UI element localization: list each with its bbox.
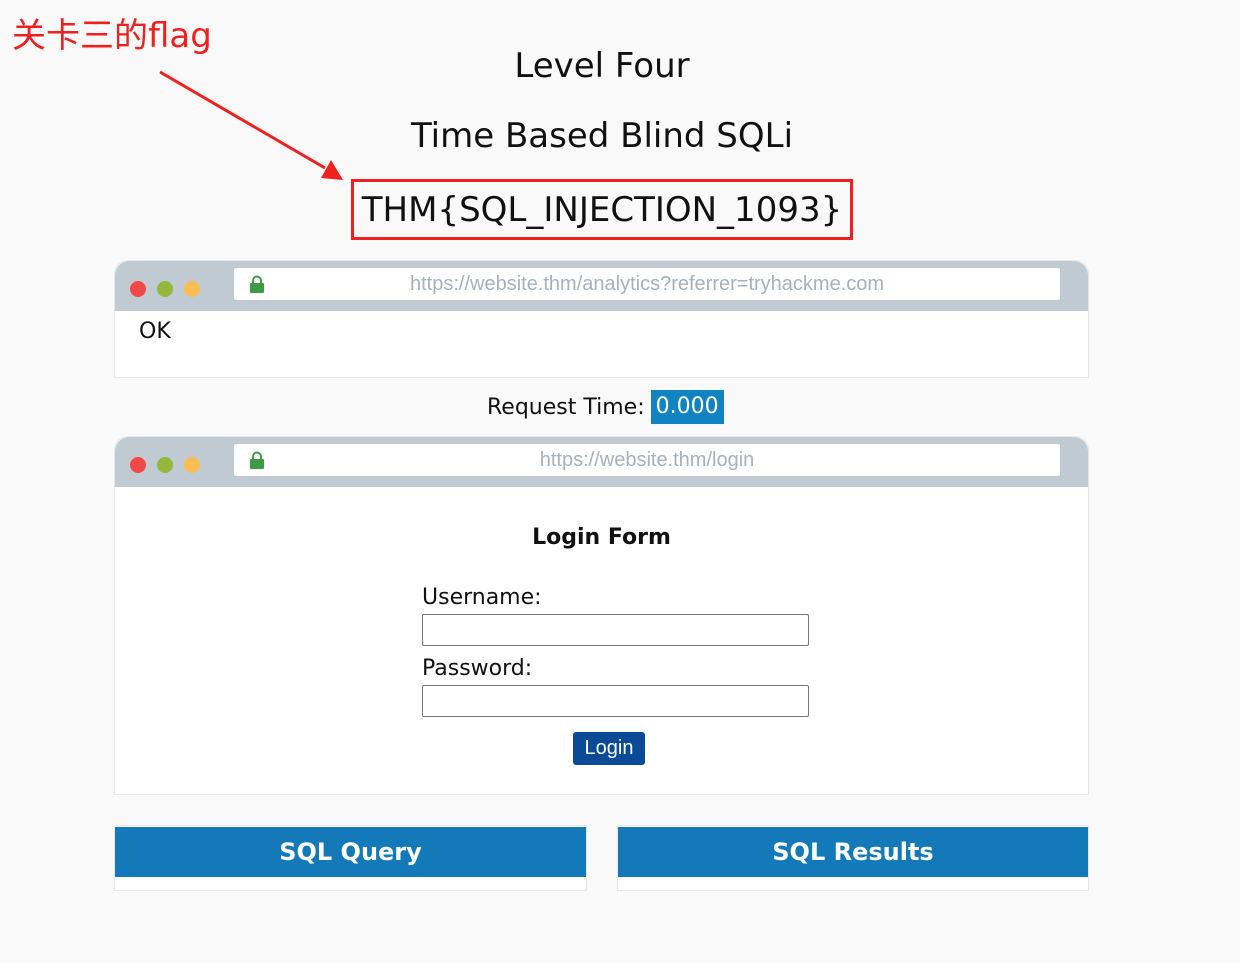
maximize-dot-icon <box>157 457 173 473</box>
sql-query-header: SQL Query <box>115 827 586 877</box>
flag-text: THM{SQL_INJECTION_1093} <box>351 179 853 240</box>
maximize-dot-icon <box>157 281 173 297</box>
sql-query-panel: SQL Query <box>114 825 587 891</box>
request-time-value: 0.000 <box>650 390 724 424</box>
password-field[interactable] <box>422 685 809 717</box>
response-text: OK <box>139 319 171 344</box>
analytics-browser-window: https://website.thm/analytics?referrer=t… <box>114 260 1089 378</box>
request-time: Request Time: 0.000 <box>487 390 724 424</box>
address-url: https://website.thm/analytics?referrer=t… <box>409 273 885 295</box>
address-bar[interactable]: https://website.thm/analytics?referrer=t… <box>234 268 1060 300</box>
browser-toolbar: https://website.thm/analytics?referrer=t… <box>115 261 1088 311</box>
login-form-title: Login Form <box>532 525 671 550</box>
address-bar[interactable]: https://website.thm/login <box>234 444 1060 476</box>
minimize-dot-icon <box>184 281 200 297</box>
username-field[interactable] <box>422 614 809 646</box>
browser-toolbar: https://website.thm/login <box>115 437 1088 487</box>
request-time-label: Request Time: <box>487 394 645 420</box>
level-subtitle: Time Based Blind SQLi <box>410 116 794 156</box>
minimize-dot-icon <box>184 457 200 473</box>
address-url: https://website.thm/login <box>539 449 755 471</box>
login-button[interactable]: Login <box>573 732 645 765</box>
close-dot-icon <box>130 281 146 297</box>
level-title: Level Four <box>514 46 690 86</box>
sql-results-panel: SQL Results <box>617 825 1089 891</box>
login-browser-window: https://website.thm/login Login Form Use… <box>114 436 1089 795</box>
close-dot-icon <box>130 457 146 473</box>
password-label: Password: <box>422 656 533 681</box>
username-label: Username: <box>422 585 542 610</box>
sql-results-header: SQL Results <box>618 827 1088 877</box>
